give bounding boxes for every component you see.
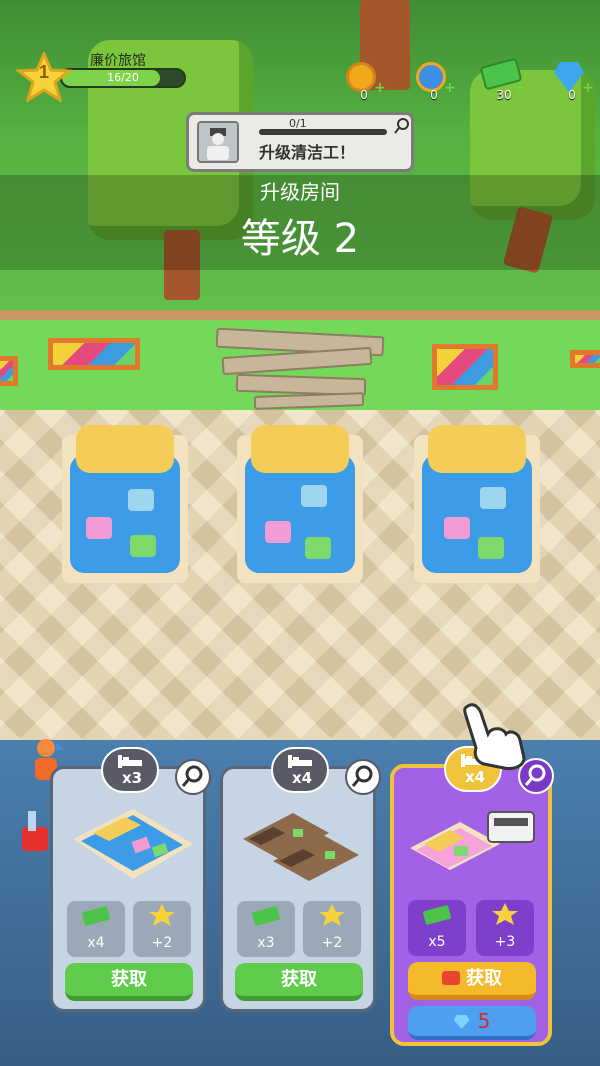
level-star-icon[interactable]: 1 [14, 50, 74, 104]
get-button[interactable]: 获取 [235, 963, 363, 1001]
bed-preview-image [410, 811, 535, 870]
cash-resource[interactable]: + 30 [474, 57, 534, 102]
magnifier-icon [351, 765, 373, 787]
watch-ad-get-button[interactable]: 获取 [408, 962, 536, 1000]
star-reward-text: +2 [151, 935, 173, 951]
hotel-progress-bar: 16/20 [60, 68, 186, 88]
star-reward: +2 [133, 901, 191, 957]
bed[interactable] [237, 425, 363, 583]
task-label: 升级清洁工！ [259, 143, 356, 162]
bed-preview-image [243, 813, 359, 881]
bed-preview-image [73, 809, 193, 879]
wall-painting-far-left [0, 356, 18, 386]
gem-buy-button[interactable]: 5 [408, 1006, 536, 1040]
wall-painting-right [432, 344, 498, 390]
video-ad-icon [442, 971, 460, 985]
cash-reward-text: x3 [257, 935, 275, 951]
capacity-badge: x3 [101, 747, 159, 793]
star-reward: +3 [476, 900, 534, 956]
task-progress-bar [259, 129, 387, 135]
cash-reward: x4 [67, 901, 125, 957]
tutorial-hand-pointer-icon [463, 703, 526, 770]
basket-icon[interactable] [18, 805, 52, 855]
hotel-coin-value: 0 [360, 88, 368, 102]
cash-reward-text: x5 [428, 934, 446, 950]
capacity-text: x3 [121, 769, 143, 787]
hotel-coin-resource[interactable]: + 0 [334, 62, 394, 102]
capacity-badge: x4 [271, 747, 329, 793]
bed-icon [118, 755, 142, 768]
upgrade-title: 升级房间 [260, 180, 340, 204]
star-icon [149, 904, 175, 926]
hotel-name: 廉价旅馆 [90, 53, 146, 69]
bed-offer-card-3[interactable]: x4 x5 +3 获取 5 [390, 746, 554, 1046]
cleaner-icon [207, 128, 229, 160]
cash-icon [252, 906, 280, 926]
gem-cost: 5 [477, 1009, 491, 1033]
zoom-button[interactable] [175, 759, 211, 795]
star-icon [492, 903, 518, 925]
cash-icon [82, 906, 110, 926]
speed-coin-resource[interactable]: + 0 [404, 62, 464, 102]
speed-coin-value: 0 [430, 88, 438, 102]
cash-reward: x3 [237, 901, 295, 957]
cash-icon [423, 905, 451, 925]
hotel-progress-text: 16/20 [107, 71, 139, 84]
get-button-label: 获取 [466, 968, 502, 989]
wall-painting-left [48, 338, 140, 370]
top-hud: 16/20 1 廉价旅馆 + 0 + 0 + 30 + 0 [0, 0, 600, 108]
bed-offer-card-1[interactable]: x3 x4 +2 获取 [50, 747, 211, 1012]
magnifier-icon[interactable] [393, 117, 411, 135]
gem-value: 0 [568, 88, 576, 102]
get-button[interactable]: 获取 [65, 963, 193, 1001]
star-reward: +2 [303, 901, 361, 957]
cash-value: 30 [496, 88, 512, 102]
gem-resource[interactable]: + 0 [542, 62, 600, 102]
player-level: 1 [38, 62, 49, 82]
cash-reward-text: x4 [87, 935, 105, 951]
bed-offer-card-2[interactable]: x4 x3 +2 获取 [220, 747, 381, 1012]
capacity-text: x4 [464, 768, 486, 786]
zoom-button[interactable] [345, 759, 381, 795]
gem-icon [453, 1015, 470, 1029]
bed[interactable] [62, 425, 188, 583]
capacity-text: x4 [291, 769, 313, 787]
wall-painting-edge [570, 350, 600, 368]
task-panel[interactable]: 0/1 升级清洁工！ [186, 112, 414, 172]
magnifier-icon [181, 765, 203, 787]
star-reward-text: +2 [321, 935, 343, 951]
cleaner-avatar [197, 121, 239, 163]
cash-reward: x5 [408, 900, 466, 956]
star-reward-text: +3 [494, 934, 516, 950]
bed[interactable] [414, 425, 540, 583]
bed-icon [288, 755, 312, 768]
upgrade-level: 等级 2 [240, 216, 360, 262]
star-icon [319, 904, 345, 926]
